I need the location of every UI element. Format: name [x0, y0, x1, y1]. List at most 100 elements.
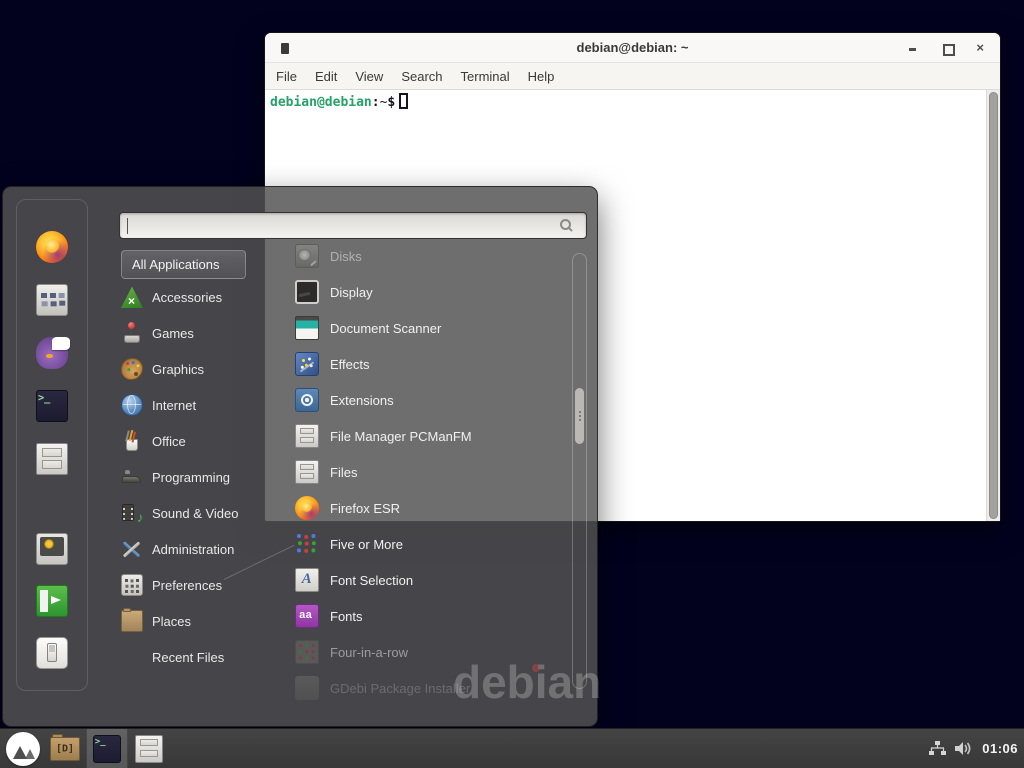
search-input[interactable]	[120, 213, 586, 238]
terminal-window-icon	[281, 43, 289, 54]
menubar-item[interactable]: View	[346, 69, 392, 84]
app-label: GDebi Package Installer	[330, 681, 470, 696]
menubar-item[interactable]: Help	[519, 69, 564, 84]
app-list-item[interactable]: Four-in-a-row	[287, 634, 567, 670]
clock[interactable]: 01:06	[982, 741, 1018, 756]
sound-video-icon	[121, 502, 143, 524]
minimize-button[interactable]	[908, 43, 918, 53]
app-list-item[interactable]: Font Selection	[287, 562, 567, 598]
category-item[interactable]: Administration	[121, 531, 283, 567]
file-cabinet-icon	[135, 735, 163, 763]
app-list-item[interactable]: Firefox ESR	[287, 490, 567, 526]
gdebi-icon	[295, 676, 319, 700]
favorite-button[interactable]	[32, 337, 72, 369]
firefox-icon	[295, 496, 319, 520]
favorite-button[interactable]	[32, 637, 72, 669]
category-item[interactable]: Internet	[121, 387, 283, 423]
category-label: Sound & Video	[152, 506, 239, 521]
app-list-item[interactable]: Display	[287, 274, 567, 310]
favorite-button[interactable]	[32, 284, 72, 316]
effects-icon	[295, 352, 319, 376]
menu-scrollbar-thumb[interactable]	[575, 388, 584, 444]
favorite-button[interactable]	[32, 390, 72, 422]
window-title: debian@debian: ~	[577, 40, 689, 55]
app-list-item[interactable]: Fonts	[287, 598, 567, 634]
application-list: Disks Display Document Scanner Effects E…	[287, 238, 567, 706]
cabinet-icon	[36, 443, 68, 475]
network-icon[interactable]	[929, 741, 946, 756]
terminal-scrollbar-thumb[interactable]	[989, 92, 998, 519]
favorite-button[interactable]	[32, 533, 72, 565]
taskbar-files-button[interactable]	[128, 729, 170, 768]
category-item[interactable]: Places	[121, 603, 283, 639]
category-label: Games	[152, 326, 194, 341]
category-item[interactable]: Preferences	[121, 567, 283, 603]
app-list-item[interactable]: GDebi Package Installer	[287, 670, 567, 706]
app-list-item[interactable]: Extensions	[287, 382, 567, 418]
category-label: Programming	[152, 470, 230, 485]
menubar-item[interactable]: File	[267, 69, 306, 84]
category-item[interactable]: Accessories	[121, 279, 283, 315]
folder-label: [D]	[51, 743, 79, 754]
administration-icon	[121, 538, 143, 560]
app-list-item[interactable]: Document Scanner	[287, 310, 567, 346]
internet-icon	[121, 394, 143, 416]
category-label: Accessories	[152, 290, 222, 305]
disks-icon	[295, 244, 319, 268]
app-label: Extensions	[330, 393, 394, 408]
category-item[interactable]: Sound & Video	[121, 495, 283, 531]
category-item[interactable]: Graphics	[121, 351, 283, 387]
menubar-item[interactable]: Edit	[306, 69, 346, 84]
terminal-icon	[93, 735, 121, 763]
app-label: Files	[330, 465, 357, 480]
menubar-item[interactable]: Search	[392, 69, 451, 84]
category-item[interactable]: Programming	[121, 459, 283, 495]
app-list-item[interactable]: Files	[287, 454, 567, 490]
app-list-item[interactable]: Five or More	[287, 526, 567, 562]
document-scanner-icon	[295, 316, 319, 340]
terminal-cursor	[399, 93, 408, 109]
menu-scrollbar[interactable]	[572, 253, 587, 689]
menu-icon	[6, 732, 40, 766]
app-label: Four-in-a-row	[330, 645, 408, 660]
search-icon	[560, 219, 571, 230]
menu-search-box[interactable]	[119, 212, 587, 239]
app-list-item[interactable]: Effects	[287, 346, 567, 382]
category-label: Office	[152, 434, 186, 449]
terminal-titlebar[interactable]: debian@debian: ~ ×	[265, 33, 1000, 63]
app-label: Effects	[330, 357, 370, 372]
taskbar-terminal-button[interactable]	[86, 729, 128, 768]
favorite-button[interactable]	[32, 231, 72, 263]
maximize-button[interactable]	[942, 43, 952, 53]
preferences-icon	[121, 574, 143, 596]
category-item[interactable]: Office	[121, 423, 283, 459]
taskbar-folder-button[interactable]: [D]	[44, 729, 86, 768]
app-label: Font Selection	[330, 573, 413, 588]
cabinet-icon	[295, 460, 319, 484]
close-button[interactable]: ×	[976, 43, 984, 53]
filter-all-applications[interactable]: All Applications	[121, 250, 246, 279]
favorite-button[interactable]	[32, 585, 72, 617]
display-icon	[295, 280, 319, 304]
app-list-item[interactable]: File Manager PCManFM	[287, 418, 567, 454]
category-list: Accessories Games Graphics Internet Offi…	[121, 279, 283, 675]
four-in-a-row-icon	[295, 640, 319, 664]
window-controls: ×	[908, 33, 984, 62]
prompt-separator: :	[372, 95, 380, 110]
taskbar-menu-button[interactable]	[2, 729, 44, 768]
app-list-item[interactable]: Disks	[287, 238, 567, 274]
category-label: Internet	[152, 398, 196, 413]
menubar-item[interactable]: Terminal	[452, 69, 519, 84]
firefox-icon	[36, 231, 68, 263]
application-menu: debian All Applications Accessories Game…	[2, 186, 598, 727]
programming-icon	[121, 466, 143, 488]
category-item[interactable]: Recent Files	[121, 639, 283, 675]
terminal-scrollbar[interactable]	[986, 90, 1000, 521]
places-icon	[121, 610, 143, 632]
category-item[interactable]: Games	[121, 315, 283, 351]
favorite-button[interactable]	[32, 443, 72, 475]
volume-icon[interactable]	[955, 741, 973, 756]
logout-icon	[36, 585, 68, 617]
prompt-user-host: debian@debian	[270, 95, 372, 110]
category-label: Graphics	[152, 362, 204, 377]
